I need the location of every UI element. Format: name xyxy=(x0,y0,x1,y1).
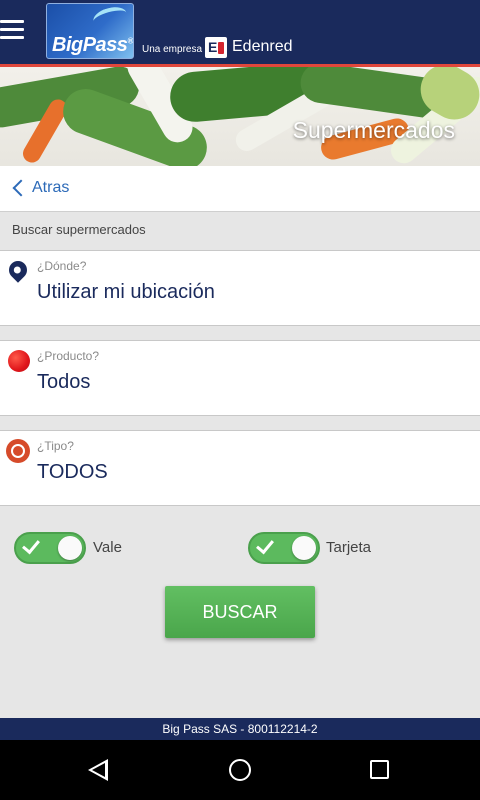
location-hint: ¿Dónde? xyxy=(37,259,87,273)
footer-company-info: Big Pass SAS - 800112214-2 xyxy=(0,718,480,740)
plate-icon xyxy=(6,439,30,463)
product-field[interactable]: ¿Producto? Todos xyxy=(0,340,480,416)
app-header: BigPass® Una empresa E Edenred xyxy=(0,0,480,64)
tarjeta-toggle[interactable] xyxy=(248,532,320,564)
section-label: Buscar supermercados xyxy=(12,222,146,237)
chevron-left-icon xyxy=(12,179,30,197)
location-field[interactable]: ¿Dónde? Utilizar mi ubicación xyxy=(0,250,480,326)
type-hint: ¿Tipo? xyxy=(37,439,74,453)
location-value: Utilizar mi ubicación xyxy=(37,281,215,303)
bigpass-logo: BigPass® xyxy=(46,3,134,59)
una-empresa-label: Una empresa xyxy=(142,44,203,55)
system-nav-bar xyxy=(0,740,480,800)
banner-title: Supermercados xyxy=(292,117,455,143)
type-field[interactable]: ¿Tipo? TODOS xyxy=(0,430,480,506)
location-pin-icon xyxy=(5,257,31,283)
back-button[interactable]: Atras xyxy=(0,166,480,212)
search-button[interactable]: BUSCAR xyxy=(165,586,315,638)
toggle-knob xyxy=(58,536,82,560)
type-value: TODOS xyxy=(37,461,108,483)
category-banner: Supermercados xyxy=(0,64,480,166)
nav-back-icon[interactable] xyxy=(88,759,108,781)
hamburger-menu-icon[interactable] xyxy=(0,18,26,44)
product-value: Todos xyxy=(37,371,91,393)
nav-recent-apps-icon[interactable] xyxy=(370,760,389,779)
check-icon xyxy=(22,535,40,555)
edenred-logo-icon: E xyxy=(205,37,227,58)
tomato-icon xyxy=(8,350,30,372)
vale-toggle[interactable] xyxy=(14,532,86,564)
tarjeta-label: Tarjeta xyxy=(326,539,372,556)
edenred-label: Edenred xyxy=(232,38,293,55)
vale-label: Vale xyxy=(93,539,122,556)
check-icon xyxy=(256,535,274,555)
product-hint: ¿Producto? xyxy=(37,349,100,363)
toggle-knob xyxy=(292,536,316,560)
nav-home-icon[interactable] xyxy=(229,759,251,781)
back-label: Atras xyxy=(32,179,70,196)
